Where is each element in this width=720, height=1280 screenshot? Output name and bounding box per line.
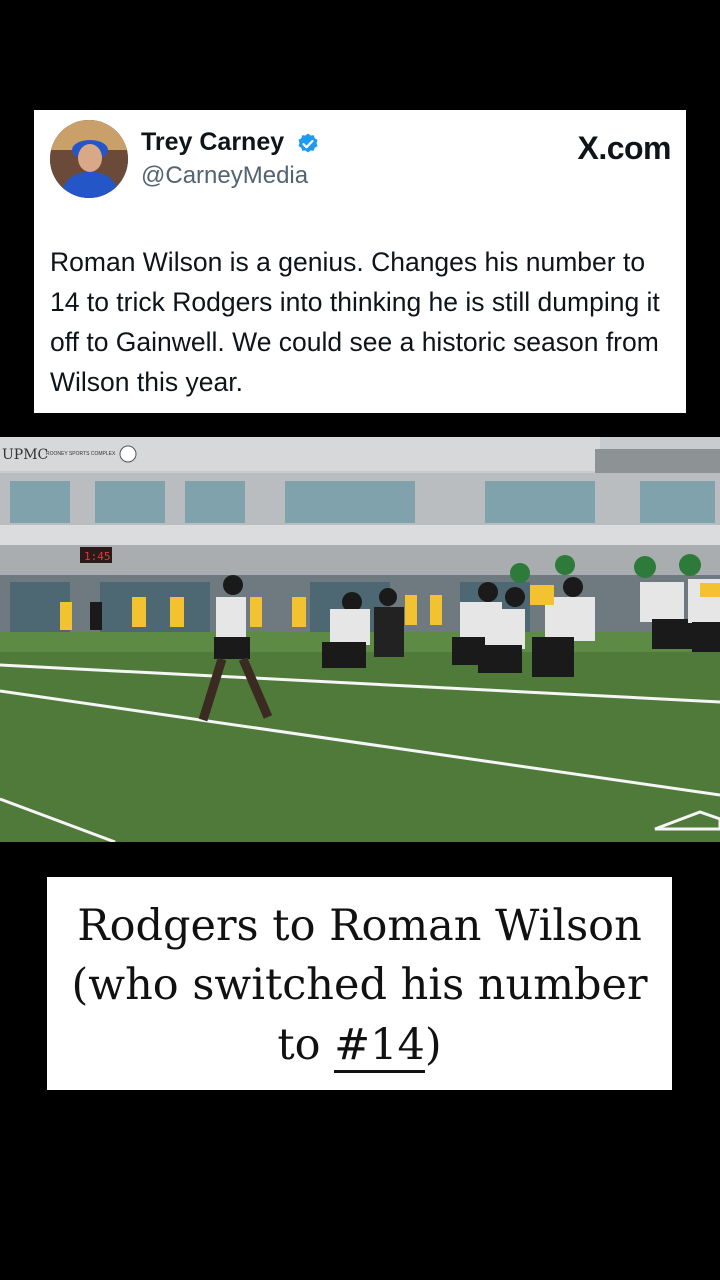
verified-badge-icon xyxy=(298,133,318,153)
caption-line-1: Rodgers to Roman Wilson xyxy=(77,901,642,951)
author-avatar[interactable] xyxy=(50,120,128,198)
author-handle[interactable]: @CarneyMedia xyxy=(141,162,308,190)
scoreboard-text: 1:45 xyxy=(84,550,111,563)
author-name[interactable]: Trey Carney xyxy=(141,128,284,157)
caption-line-3: to #14) xyxy=(47,1015,672,1075)
building-sign: UPMC xyxy=(2,447,48,463)
practice-photo: 1:45 UPMC ROONEY SPORTS COMPLEX xyxy=(0,437,720,842)
source-label: X.com xyxy=(577,130,671,166)
tweet-text: Roman Wilson is a genius. Changes his nu… xyxy=(50,247,660,397)
caption-line-2: (who switched his number xyxy=(71,960,648,1010)
caption-line-3-prefix: to xyxy=(277,1020,335,1070)
jersey-number-highlight: #14 xyxy=(334,1020,425,1073)
caption-line-3-suffix: ) xyxy=(424,1020,442,1070)
caption-box: Rodgers to Roman Wilson (who switched hi… xyxy=(47,877,672,1090)
tweet-card[interactable]: Trey Carney @CarneyMedia X.com Roman Wil… xyxy=(34,110,686,413)
building-sign-sub: ROONEY SPORTS COMPLEX xyxy=(46,451,116,457)
